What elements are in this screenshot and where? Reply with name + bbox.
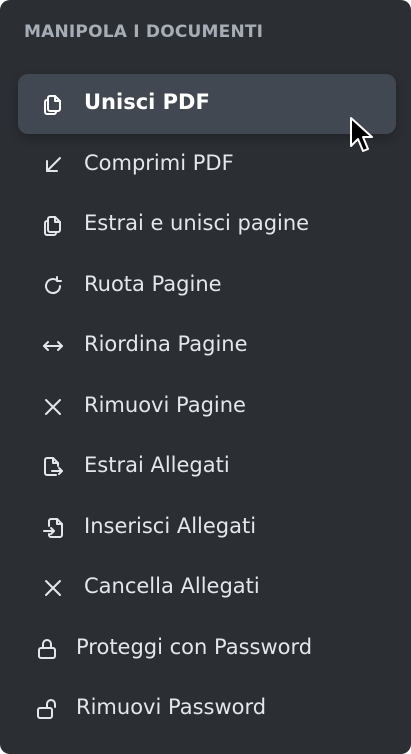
- menu-item-label: Ruota Pagine: [84, 272, 222, 296]
- compress-arrow-icon: [41, 153, 65, 177]
- menu-item-label: Riordina Pagine: [84, 332, 248, 356]
- menu-item-rimuovi-pagine[interactable]: Rimuovi Pagine: [18, 377, 396, 437]
- menu-item-ruota-pagine[interactable]: Ruota Pagine: [18, 256, 396, 316]
- section-title: MANIPOLA I DOCUMENTI: [24, 22, 264, 42]
- menu-item-proteggi-password[interactable]: Proteggi con Password: [18, 619, 396, 679]
- merge-pdf-icon: [41, 92, 65, 116]
- menu-item-label: Estrai e unisci pagine: [84, 211, 310, 235]
- lock-icon: [35, 637, 59, 661]
- menu-item-label: Cancella Allegati: [84, 574, 260, 598]
- tools-menu-panel: MANIPOLA I DOCUMENTI Unisci PDF Comprimi…: [0, 0, 411, 754]
- menu-item-label: Rimuovi Password: [76, 695, 267, 719]
- menu-item-label: Rimuovi Pagine: [84, 393, 246, 417]
- menu-item-estrai-allegati[interactable]: Estrai Allegati: [18, 437, 396, 497]
- menu-item-unisci-pdf[interactable]: Unisci PDF: [18, 74, 396, 134]
- menu-item-label: Inserisci Allegati: [84, 514, 257, 538]
- menu-item-label: Estrai Allegati: [84, 453, 230, 477]
- menu-item-cancella-allegati[interactable]: Cancella Allegati: [18, 558, 396, 618]
- menu-item-label: Comprimi PDF: [84, 151, 234, 175]
- menu-item-label: Proteggi con Password: [76, 635, 313, 659]
- remove-x-icon: [41, 395, 65, 419]
- delete-x-icon: [41, 576, 65, 600]
- unlock-icon: [35, 697, 59, 721]
- menu-item-label: Unisci PDF: [84, 90, 210, 114]
- menu-item-riordina-pagine[interactable]: Riordina Pagine: [18, 316, 396, 376]
- reorder-arrows-icon: [41, 334, 65, 358]
- extract-merge-pages-icon: [41, 213, 65, 237]
- mouse-cursor-icon: [350, 117, 373, 152]
- rotate-icon: [41, 274, 65, 298]
- menu-item-estrai-unisci-pagine[interactable]: Estrai e unisci pagine: [18, 195, 396, 255]
- file-export-icon: [41, 455, 65, 479]
- menu-item-rimuovi-password[interactable]: Rimuovi Password: [18, 679, 396, 739]
- file-import-icon: [41, 516, 65, 540]
- menu-item-comprimi-pdf[interactable]: Comprimi PDF: [18, 135, 396, 195]
- menu-item-inserisci-allegati[interactable]: Inserisci Allegati: [18, 498, 396, 558]
